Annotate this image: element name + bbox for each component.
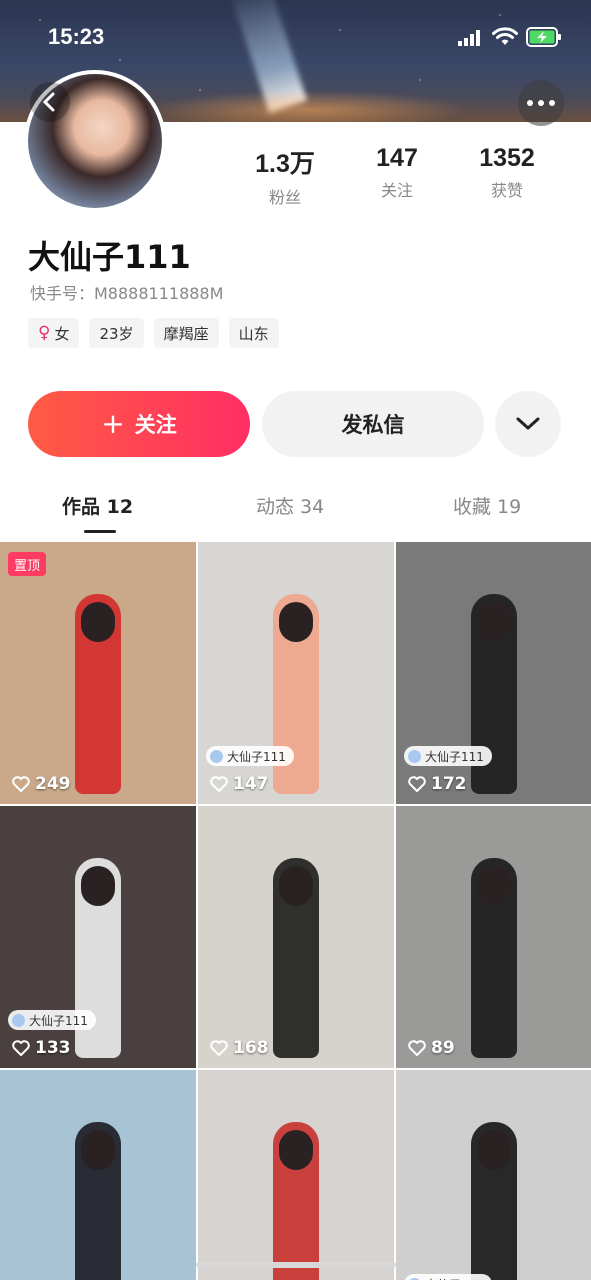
author-chip-label: 大仙子111 xyxy=(29,1013,88,1028)
heart-icon xyxy=(12,1040,30,1056)
author-chip: 大仙子111 xyxy=(206,746,294,766)
thumbnail-head xyxy=(81,1130,115,1170)
tab-active-indicator xyxy=(84,530,116,533)
tag-zodiac: 摩羯座 xyxy=(153,318,219,348)
thumbnail-head xyxy=(279,1130,313,1170)
plus-icon: + xyxy=(101,407,125,440)
heart-icon xyxy=(12,776,30,792)
message-button[interactable]: 发私信 xyxy=(262,391,484,457)
tab-works[interactable]: 作品 12 xyxy=(62,492,133,519)
status-time: 15:23 xyxy=(48,24,105,49)
likes-count: 1352 xyxy=(479,144,535,172)
stat-following[interactable]: 147 关注 xyxy=(342,144,452,201)
tab-favorites[interactable]: 收藏 19 xyxy=(453,492,521,519)
more-options-button[interactable] xyxy=(518,80,564,126)
tag-gender: ♀ 女 xyxy=(28,318,80,348)
thumbnail-head xyxy=(279,866,313,906)
work-thumbnail[interactable]: 大仙子111 172 xyxy=(396,542,591,804)
thumbnail-head xyxy=(81,602,115,642)
more-dots-icon xyxy=(527,100,555,106)
author-chip-label: 大仙子111 xyxy=(425,749,484,764)
chevron-left-icon xyxy=(42,92,55,112)
work-thumbnail[interactable]: 168 xyxy=(198,806,394,1068)
author-chip: 大仙子111 xyxy=(8,1010,96,1030)
work-thumbnail[interactable] xyxy=(0,1070,196,1280)
banner-horizon-glow xyxy=(150,90,470,122)
followers-count: 1.3万 xyxy=(255,150,315,178)
work-thumbnail[interactable]: 大仙子111 147 xyxy=(198,542,394,804)
like-count-value: 249 xyxy=(35,774,71,794)
like-count: 147 xyxy=(210,774,269,794)
work-thumbnail[interactable]: 大仙子111 xyxy=(396,1070,591,1280)
heart-icon xyxy=(408,1040,426,1056)
like-count: 133 xyxy=(12,1038,71,1058)
content-tabs: 作品 12 动态 34 收藏 19 xyxy=(0,492,591,542)
like-count: 249 xyxy=(12,774,71,794)
heart-icon xyxy=(210,1040,228,1056)
thumbnail-head xyxy=(477,866,511,906)
heart-icon xyxy=(210,776,228,792)
follow-button-label: 关注 xyxy=(134,413,177,437)
female-icon: ♀ xyxy=(38,323,51,343)
work-thumbnail[interactable]: 89 xyxy=(396,806,591,1068)
like-count: 89 xyxy=(408,1038,455,1058)
chevron-down-icon xyxy=(516,417,540,430)
thumbnail-head xyxy=(477,602,511,642)
like-count-value: 147 xyxy=(233,774,269,794)
more-actions-dropdown[interactable] xyxy=(495,391,561,457)
follow-button[interactable]: + 关注 xyxy=(28,391,250,457)
work-thumbnail[interactable]: 置顶 249 xyxy=(0,542,196,804)
profile-name: 大仙子111 xyxy=(28,238,191,276)
like-count-value: 168 xyxy=(233,1038,269,1058)
followers-label: 粉丝 xyxy=(268,188,301,207)
thumbnail-head xyxy=(279,602,313,642)
author-avatar-dot xyxy=(408,749,421,763)
tag-location: 山东 xyxy=(228,318,279,348)
profile-tags: ♀ 女 23岁 摩羯座 山东 xyxy=(28,318,279,350)
work-thumbnail[interactable]: 大仙子111 133 xyxy=(0,806,196,1068)
thumbnail-head xyxy=(81,866,115,906)
tag-gender-label: 女 xyxy=(54,324,70,343)
author-avatar-dot xyxy=(12,1013,25,1027)
like-count-value: 172 xyxy=(431,774,467,794)
work-thumbnail[interactable] xyxy=(198,1070,394,1280)
pinned-badge: 置顶 xyxy=(8,552,47,576)
tag-age: 23岁 xyxy=(89,318,144,348)
stat-likes[interactable]: 1352 获赞 xyxy=(452,144,562,201)
following-label: 关注 xyxy=(380,181,413,200)
cellular-signal-icon xyxy=(458,30,480,46)
author-chip-label: 大仙子111 xyxy=(425,1276,484,1280)
tab-moments[interactable]: 动态 34 xyxy=(256,492,324,519)
thumbnail-head xyxy=(477,1130,511,1170)
stat-followers[interactable]: 1.3万 粉丝 xyxy=(230,144,340,208)
author-chip-label: 大仙子111 xyxy=(227,749,286,764)
works-grid: 置顶 249 大仙子111 147 大仙子111 172 大仙子111 133 168 89 大仙子… xyxy=(0,542,591,1280)
wifi-icon xyxy=(492,27,518,45)
author-chip: 大仙子111 xyxy=(404,746,492,766)
battery-charging-icon xyxy=(526,27,561,47)
author-avatar-dot xyxy=(210,749,223,763)
likes-label: 获赞 xyxy=(490,181,523,200)
following-count: 147 xyxy=(376,144,418,172)
like-count: 168 xyxy=(210,1038,269,1058)
like-count-value: 89 xyxy=(431,1038,455,1058)
author-chip: 大仙子111 xyxy=(404,1274,492,1280)
like-count-value: 133 xyxy=(35,1038,71,1058)
home-indicator xyxy=(196,1262,396,1268)
back-button[interactable] xyxy=(30,82,70,122)
like-count: 172 xyxy=(408,774,467,794)
status-bar: 15:23 xyxy=(0,0,591,70)
kuaishou-id[interactable]: 快手号：M8888111888M xyxy=(30,280,223,304)
profile-stats: 1.3万 粉丝 147 关注 1352 获赞 xyxy=(230,144,570,207)
heart-icon xyxy=(408,776,426,792)
